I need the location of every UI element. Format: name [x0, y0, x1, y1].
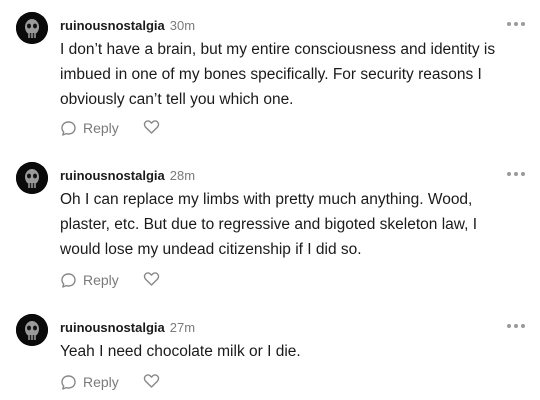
reply-label: Reply [83, 120, 119, 136]
heart-icon [143, 120, 160, 134]
heart-icon [143, 374, 160, 388]
reply-button[interactable]: Reply [60, 372, 119, 392]
reply-button[interactable]: Reply [60, 270, 119, 290]
timestamp: 28m [169, 168, 196, 183]
comment: ruinousnostalgia 30m I don’t have a brain… [0, 12, 540, 142]
more-options-button[interactable] [506, 21, 526, 27]
username[interactable]: ruinousnostalgia [60, 320, 165, 335]
more-dots-icon [507, 22, 525, 26]
skull-avatar-icon [16, 12, 48, 44]
more-options-button[interactable] [506, 171, 526, 177]
speech-bubble-icon [61, 120, 76, 136]
comment-meta: ruinousnostalgia 27m [60, 320, 195, 336]
comment-actions: Reply [60, 118, 180, 138]
speech-bubble-icon [61, 374, 76, 390]
reply-label: Reply [83, 374, 119, 390]
reply-button[interactable]: Reply [60, 118, 119, 138]
username[interactable]: ruinousnostalgia [60, 18, 165, 33]
comment-text: Yeah I need chocolate milk or I die. [60, 343, 301, 360]
comment: ruinousnostalgia 28m Oh I can replace my … [0, 162, 540, 292]
reply-label: Reply [83, 272, 119, 288]
more-options-button[interactable] [506, 323, 526, 329]
username[interactable]: ruinousnostalgia [60, 168, 165, 183]
avatar[interactable] [16, 12, 48, 44]
more-dots-icon [507, 324, 525, 328]
more-dots-icon [507, 172, 525, 176]
avatar[interactable] [16, 162, 48, 194]
comment-text: I don’t have a brain, but my entire cons… [60, 41, 496, 108]
comment-meta: ruinousnostalgia 30m [60, 18, 195, 34]
comment-actions: Reply [60, 372, 180, 392]
timestamp: 30m [169, 18, 196, 33]
speech-bubble-icon [61, 272, 76, 288]
like-button[interactable] [143, 271, 160, 292]
like-button[interactable] [143, 373, 160, 394]
skull-avatar-icon [16, 162, 48, 194]
comment: ruinousnostalgia 27m Yeah I need chocolat… [0, 314, 540, 398]
comment-actions: Reply [60, 270, 180, 290]
timestamp: 27m [169, 320, 196, 335]
heart-icon [143, 272, 160, 286]
comment-meta: ruinousnostalgia 28m [60, 168, 195, 184]
like-button[interactable] [143, 119, 160, 140]
avatar[interactable] [16, 314, 48, 346]
skull-avatar-icon [16, 314, 48, 346]
comment-text: Oh I can replace my limbs with pretty mu… [60, 191, 478, 258]
